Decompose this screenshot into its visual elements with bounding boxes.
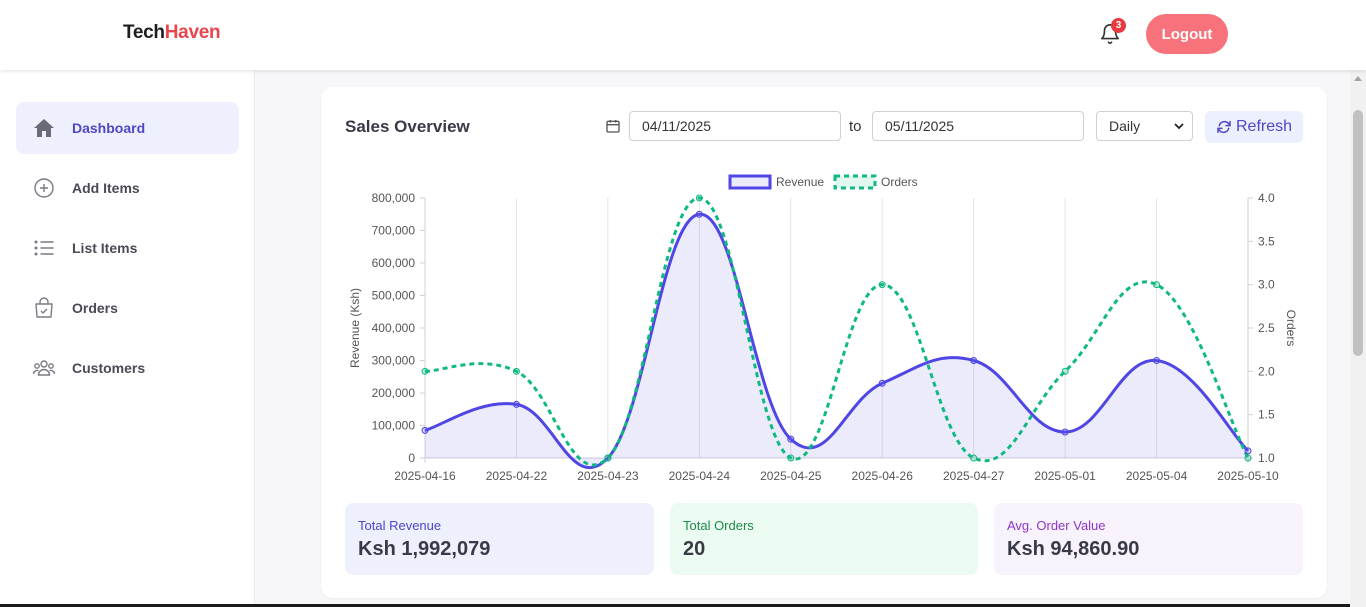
x-tick-label: 2025-04-16 [394,469,456,483]
sidebar-item-orders[interactable]: Orders [16,282,239,334]
y-tick-label: 300,000 [372,354,416,368]
revenue-point [512,400,520,408]
x-tick-label: 2025-04-23 [577,469,639,483]
logo-text-tech: Tech [123,22,165,43]
y2-tick-label: 3.0 [1258,278,1275,292]
y2-tick-label: 2.5 [1258,321,1275,335]
revenue-point [1244,447,1252,455]
date-range-to-label: to [849,118,862,135]
revenue-point [1061,428,1069,436]
sidebar-item-label: Dashboard [72,120,146,136]
revenue-point [695,210,703,218]
x-tick-label: 2025-04-26 [852,469,914,483]
avg-order-value-card: Avg. Order Value Ksh 94,860.90 [994,503,1303,575]
y-tick-label: 700,000 [372,224,416,238]
legend-orders-label: Orders [881,175,918,189]
start-date-input[interactable] [629,111,841,141]
top-navbar: TechHaven 3 Logout [0,0,1366,70]
sidebar-item-list-items[interactable]: List Items [16,222,239,274]
sidebar-item-label: Customers [72,360,146,376]
x-tick-label: 2025-04-25 [760,469,822,483]
period-select[interactable]: Daily [1096,111,1193,141]
logout-button[interactable]: Logout [1146,14,1228,54]
brand-logo[interactable]: TechHaven [123,22,221,44]
period-select-value: Daily [1109,118,1141,134]
legend-revenue-swatch [728,174,772,190]
end-date-input[interactable] [872,111,1084,141]
stat-label: Avg. Order Value [1007,518,1106,533]
sidebar-item-label: Orders [72,300,118,316]
shopping-bag-icon [35,297,53,318]
x-tick-label: 2025-04-22 [486,469,548,483]
revenue-point [970,357,978,364]
y-tick-label: 400,000 [372,321,416,335]
y-tick-label: 600,000 [372,256,416,270]
y-tick-label: 800,000 [372,191,416,205]
x-tick-label: 2025-05-04 [1126,469,1188,483]
stat-label: Total Revenue [358,518,442,533]
y2-tick-label: 3.5 [1258,234,1275,248]
orders-point [421,367,429,375]
notification-badge: 3 [1111,18,1126,33]
chevron-down-icon [1174,123,1184,130]
calendar-icon [606,120,620,133]
orders-point [604,454,612,462]
refresh-icon [1217,120,1231,134]
y-tick-label: 200,000 [372,386,416,400]
y2-axis-title: Orders [1284,310,1298,347]
stat-label: Total Orders [683,518,754,533]
sidebar: Dashboard Add Items List Items Orders Cu… [0,70,255,607]
x-tick-label: 2025-04-27 [943,469,1005,483]
x-tick-label: 2025-05-01 [1034,469,1096,483]
refresh-label: Refresh [1235,118,1293,135]
revenue-point [787,435,795,443]
sales-chart: 0 100,000 200,000 300,000 400,000 500,000 600,… [348,174,1298,483]
x-tick-label: 2025-05-10 [1217,469,1279,483]
y-tick-label: 500,000 [372,289,416,303]
orders-point [878,281,886,289]
list-icon [34,240,54,256]
stat-value: Ksh 94,860.90 [1007,538,1140,560]
plus-circle-icon [34,178,54,198]
y2-tick-label: 2.0 [1258,364,1275,378]
y2-tick-label: 1.5 [1258,408,1275,422]
sidebar-item-label: Add Items [72,180,140,196]
sidebar-item-customers[interactable]: Customers [16,342,239,394]
users-icon [32,360,56,376]
legend-orders-swatch [833,174,877,190]
orders-point [1153,281,1161,289]
refresh-button[interactable]: Refresh [1205,111,1303,143]
orders-point [1061,367,1069,375]
sidebar-item-add-items[interactable]: Add Items [16,162,239,214]
y2-tick-label: 1.0 [1258,451,1275,465]
total-orders-card: Total Orders 20 [670,503,978,575]
scrollbar-thumb[interactable] [1353,110,1363,356]
revenue-point [878,379,886,387]
y-tick-label: 0 [408,451,415,465]
revenue-point [1153,357,1161,364]
home-icon [34,119,54,137]
stat-value: Ksh 1,992,079 [358,538,491,560]
page-title: Sales Overview [345,117,470,136]
orders-point [1244,454,1252,462]
total-revenue-card: Total Revenue Ksh 1,992,079 [345,503,654,575]
stat-value: 20 [683,538,706,560]
sidebar-item-dashboard[interactable]: Dashboard [16,102,239,154]
y-axis-title: Revenue (Ksh) [348,288,362,368]
scroll-up-arrow-icon[interactable] [1354,76,1362,81]
revenue-point [421,426,429,434]
y2-tick-label: 4.0 [1258,191,1275,205]
sidebar-item-label: List Items [72,240,138,256]
orders-point [970,454,978,462]
orders-point [512,367,520,375]
orders-point [787,454,795,462]
logo-text-haven: Haven [164,22,221,43]
y-tick-label: 100,000 [372,419,416,433]
legend-revenue-label: Revenue [776,175,824,189]
x-tick-label: 2025-04-24 [669,469,731,483]
orders-point [695,194,703,202]
